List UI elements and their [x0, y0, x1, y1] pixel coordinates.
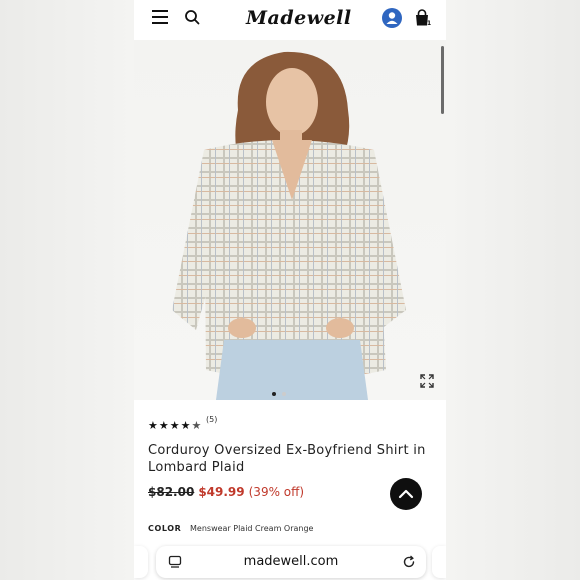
- product-photo-illustration: [172, 51, 406, 400]
- color-value: Menswear Plaid Cream Orange: [190, 524, 314, 533]
- scroll-to-top-button[interactable]: [390, 478, 422, 510]
- chevron-up-icon: [398, 489, 414, 499]
- star-icon: ★: [169, 419, 180, 432]
- original-price: $82.00: [148, 485, 195, 499]
- reload-icon[interactable]: [402, 555, 416, 569]
- star-icon: ★: [180, 419, 191, 432]
- background-right: [446, 0, 580, 580]
- search-icon[interactable]: [184, 9, 200, 25]
- product-image[interactable]: [134, 40, 446, 400]
- half-star-icon: ★: [191, 419, 202, 432]
- bag-count-badge: 1: [427, 20, 432, 27]
- expand-icon[interactable]: [419, 373, 435, 389]
- url-text[interactable]: madewell.com: [156, 546, 426, 578]
- review-count[interactable]: (5): [206, 415, 217, 424]
- previous-tab-edge[interactable]: [134, 546, 148, 578]
- account-icon[interactable]: [382, 8, 402, 28]
- discount-label: (39% off): [248, 485, 305, 499]
- color-label: COLOR: [148, 524, 182, 533]
- next-tab-edge[interactable]: [432, 546, 446, 578]
- site-header: Madewell 1: [134, 0, 446, 40]
- price-row: $82.00 $49.99 (39% off): [148, 485, 304, 499]
- browser-address-bar[interactable]: madewell.com: [156, 546, 426, 578]
- rating-stars[interactable]: ★★★★★: [148, 414, 202, 432]
- image-carousel-dots[interactable]: [272, 392, 312, 398]
- star-icon: ★: [148, 419, 158, 432]
- background-left: [0, 0, 134, 580]
- phone-screen: Madewell 1 ★★★★★ (5) Corduroy Oversized …: [134, 0, 446, 580]
- brand-logo[interactable]: Madewell: [246, 5, 351, 31]
- hamburger-icon[interactable]: [152, 10, 168, 24]
- product-title: Corduroy Oversized Ex-Boyfriend Shirt in…: [148, 443, 426, 475]
- page-scrollbar[interactable]: [441, 46, 444, 114]
- star-icon: ★: [158, 419, 169, 432]
- sale-price: $49.99: [198, 485, 245, 499]
